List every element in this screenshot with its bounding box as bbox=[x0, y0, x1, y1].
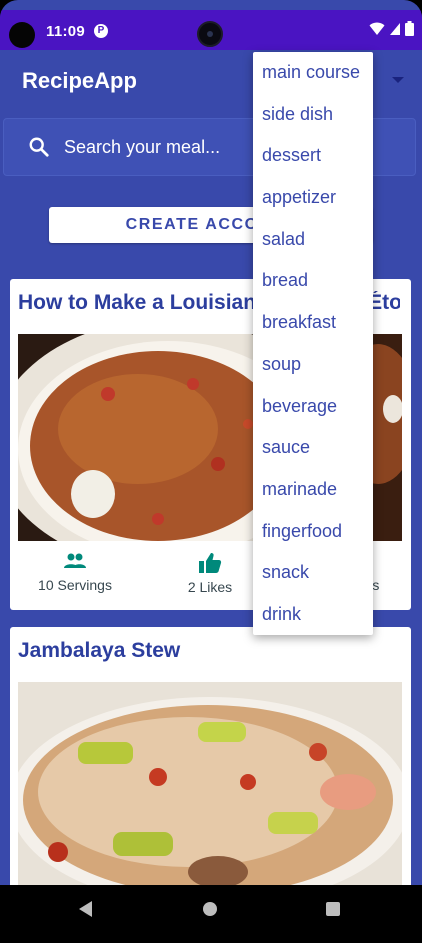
recent-apps-icon[interactable] bbox=[326, 902, 340, 916]
front-camera-icon bbox=[197, 21, 223, 47]
menu-item-fingerfood[interactable]: fingerfood bbox=[253, 511, 373, 553]
thumb-up-icon bbox=[199, 553, 222, 573]
device-frame: 11:09 P RecipeApp Search your meal... CR… bbox=[0, 0, 422, 943]
status-bar: 11:09 P bbox=[0, 10, 422, 50]
menu-item-main-course[interactable]: main course bbox=[253, 52, 373, 94]
menu-item-dessert[interactable]: dessert bbox=[253, 135, 373, 177]
menu-item-bread[interactable]: bread bbox=[253, 260, 373, 302]
menu-item-snack[interactable]: snack bbox=[253, 552, 373, 594]
category-dropdown-menu: main course side dish dessert appetizer … bbox=[253, 52, 373, 635]
recipe-title: Jambalaya Stew bbox=[18, 639, 181, 662]
menu-item-drink[interactable]: drink bbox=[253, 594, 373, 636]
recipe-card[interactable]: Jambalaya Stew bbox=[10, 627, 411, 885]
search-icon bbox=[29, 137, 49, 157]
menu-item-marinade[interactable]: marinade bbox=[253, 469, 373, 511]
servings-stat: 10 Servings bbox=[10, 547, 140, 593]
menu-item-salad[interactable]: salad bbox=[253, 219, 373, 261]
menu-item-side-dish[interactable]: side dish bbox=[253, 94, 373, 136]
servings-label: 10 Servings bbox=[38, 577, 112, 593]
signal-icon bbox=[390, 22, 400, 35]
chevron-down-icon[interactable] bbox=[392, 77, 404, 83]
notification-app-icon: P bbox=[94, 24, 108, 38]
battery-icon bbox=[405, 21, 414, 36]
menu-item-sauce[interactable]: sauce bbox=[253, 427, 373, 469]
menu-item-breakfast[interactable]: breakfast bbox=[253, 302, 373, 344]
people-icon bbox=[64, 553, 86, 568]
home-icon[interactable] bbox=[203, 902, 217, 916]
app-screen: 11:09 P RecipeApp Search your meal... CR… bbox=[0, 0, 422, 885]
menu-item-soup[interactable]: soup bbox=[253, 344, 373, 386]
menu-item-appetizer[interactable]: appetizer bbox=[253, 177, 373, 219]
status-icons bbox=[369, 21, 414, 36]
search-placeholder: Search your meal... bbox=[64, 137, 221, 157]
status-time: 11:09 bbox=[46, 23, 86, 40]
system-navigation-bar bbox=[0, 885, 422, 943]
camera-cutout-icon bbox=[9, 22, 35, 48]
wifi-icon bbox=[369, 22, 385, 35]
recipe-photo bbox=[18, 682, 402, 885]
menu-item-beverage[interactable]: beverage bbox=[253, 386, 373, 428]
app-title: RecipeApp bbox=[22, 68, 137, 93]
back-icon[interactable] bbox=[79, 901, 92, 917]
recipe-image[interactable] bbox=[18, 682, 402, 885]
